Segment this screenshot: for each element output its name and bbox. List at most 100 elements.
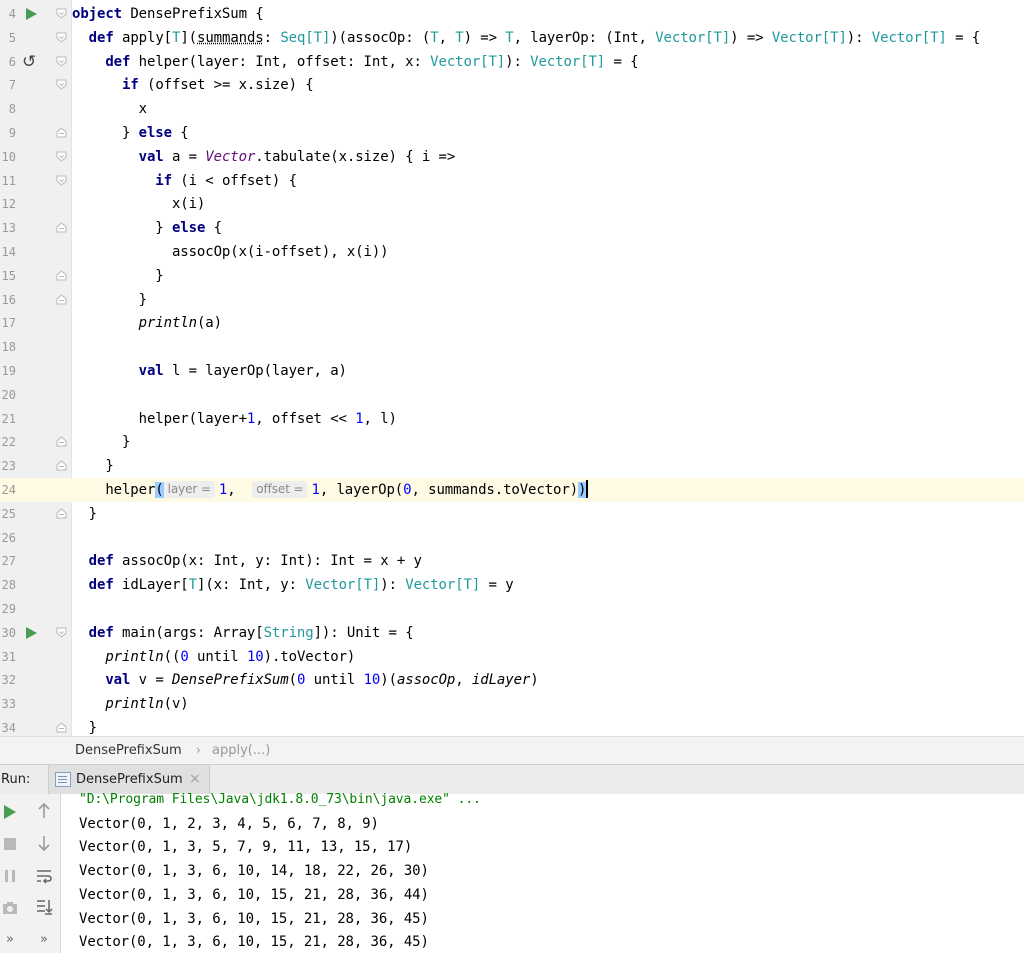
code-line[interactable]: 20 — [0, 383, 1024, 407]
code-line[interactable]: 27 def assocOp(x: Int, y: Int): Int = x … — [0, 549, 1024, 573]
code-line[interactable]: 15 } — [0, 264, 1024, 288]
fold-end-icon[interactable] — [56, 508, 66, 518]
code-text[interactable]: } — [72, 454, 114, 478]
fold-collapse-icon[interactable] — [56, 32, 66, 42]
fold-collapse-icon[interactable] — [56, 151, 66, 161]
run-gutter-icon[interactable] — [26, 627, 37, 639]
code-line[interactable]: 6 ↺ def helper(layer: Int, offset: Int, x… — [0, 50, 1024, 74]
code-line[interactable]: 16 } — [0, 288, 1024, 312]
console-output-line: Vector(0, 1, 3, 5, 7, 9, 11, 13, 15, 17) — [79, 835, 412, 859]
code-text[interactable]: println(v) — [72, 692, 189, 716]
code-line[interactable]: 25 } — [0, 502, 1024, 526]
code-text[interactable]: def helper(layer: Int, offset: Int, x: V… — [72, 50, 638, 74]
code-line[interactable]: 28 def idLayer[T](x: Int, y: Vector[T]):… — [0, 573, 1024, 597]
fold-collapse-icon[interactable] — [56, 175, 66, 185]
run-label: Run: — [1, 765, 30, 794]
more-actions-icon[interactable]: » — [0, 930, 20, 950]
code-line[interactable]: 7 if (offset >= x.size) { — [0, 73, 1024, 97]
code-line[interactable]: 17 println(a) — [0, 311, 1024, 335]
stop-icon[interactable] — [0, 836, 20, 856]
code-text[interactable]: assocOp(x(i-offset), x(i)) — [72, 240, 389, 264]
fold-collapse-icon[interactable] — [56, 8, 66, 18]
code-text[interactable]: if (i < offset) { — [72, 169, 297, 193]
code-token: Vector — [205, 149, 255, 165]
code-text[interactable]: println(a) — [72, 311, 222, 335]
code-text[interactable]: } — [72, 264, 164, 288]
fold-collapse-icon[interactable] — [56, 627, 66, 637]
up-arrow-icon[interactable] — [34, 802, 54, 822]
scroll-to-end-icon[interactable] — [34, 898, 54, 918]
code-text[interactable]: println((0 until 10).toVector) — [72, 645, 355, 669]
code-text[interactable]: object DensePrefixSum { — [72, 2, 264, 26]
code-line[interactable]: 19 val l = layerOp(layer, a) — [0, 359, 1024, 383]
fold-collapse-icon[interactable] — [56, 79, 66, 89]
code-line[interactable]: 22 } — [0, 430, 1024, 454]
more-actions-icon-2[interactable]: » — [34, 930, 54, 950]
code-text[interactable]: helper(layer = 1, offset = 1, layerOp(0, s… — [72, 478, 588, 502]
code-text[interactable]: def main(args: Array[String]): Unit = { — [72, 621, 414, 645]
code-line[interactable]: 33 println(v) — [0, 692, 1024, 716]
code-text[interactable]: } else { — [72, 121, 189, 145]
rerun-icon[interactable] — [0, 804, 20, 824]
code-line[interactable]: 34 } — [0, 716, 1024, 736]
code-text[interactable]: x(i) — [72, 192, 205, 216]
fold-end-icon[interactable] — [56, 436, 66, 446]
fold-end-icon[interactable] — [56, 270, 66, 280]
code-text[interactable]: } — [72, 288, 147, 312]
code-line[interactable]: 14 assocOp(x(i-offset), x(i)) — [0, 240, 1024, 264]
recursion-icon[interactable]: ↺ — [22, 53, 40, 71]
pause-icon[interactable] — [0, 868, 20, 888]
code-token: helper(layer+ — [72, 411, 247, 427]
down-arrow-icon[interactable] — [34, 834, 54, 854]
line-number: 23 — [0, 454, 16, 478]
line-number: 8 — [0, 97, 16, 121]
code-text[interactable]: def idLayer[T](x: Int, y: Vector[T]): Ve… — [72, 573, 514, 597]
code-line[interactable]: 30 def main(args: Array[String]): Unit =… — [0, 621, 1024, 645]
code-line[interactable]: 10 val a = Vector.tabulate(x.size) { i =… — [0, 145, 1024, 169]
code-line[interactable]: 23 } — [0, 454, 1024, 478]
breadcrumb-method[interactable]: apply(...) — [212, 737, 270, 764]
code-token: println — [105, 696, 163, 712]
code-text[interactable]: x — [72, 97, 147, 121]
code-line[interactable]: 11 if (i < offset) { — [0, 169, 1024, 193]
fold-end-icon[interactable] — [56, 722, 66, 732]
code-line[interactable]: 5 def apply[T](summands: Seq[T])(assocOp… — [0, 26, 1024, 50]
code-line[interactable]: 24 helper(layer = 1, offset = 1, layerOp(0… — [0, 478, 1024, 502]
code-text[interactable]: def apply[T](summands: Seq[T])(assocOp: … — [72, 26, 980, 50]
code-text[interactable]: } — [72, 430, 130, 454]
fold-end-icon[interactable] — [56, 294, 66, 304]
code-line[interactable]: 26 — [0, 526, 1024, 550]
code-line[interactable]: 9 } else { — [0, 121, 1024, 145]
run-gutter-icon[interactable] — [26, 8, 37, 20]
fold-collapse-icon[interactable] — [56, 56, 66, 66]
soft-wrap-icon[interactable] — [34, 868, 54, 888]
code-text[interactable]: } — [72, 502, 97, 526]
code-text[interactable]: helper(layer+1, offset << 1, l) — [72, 407, 397, 431]
code-line[interactable]: 18 — [0, 335, 1024, 359]
code-text[interactable]: } else { — [72, 216, 222, 240]
console-output[interactable]: "D:\Program Files\Java\jdk1.8.0_73\bin\j… — [61, 794, 1024, 953]
code-editor[interactable]: 4 object DensePrefixSum {5 def apply[T](s… — [0, 0, 1024, 736]
fold-end-icon[interactable] — [56, 460, 66, 470]
code-line[interactable]: 21 helper(layer+1, offset << 1, l) — [0, 407, 1024, 431]
code-text[interactable]: def assocOp(x: Int, y: Int): Int = x + y — [72, 549, 422, 573]
camera-icon[interactable] — [0, 900, 20, 920]
code-line[interactable]: 4 object DensePrefixSum { — [0, 2, 1024, 26]
code-text[interactable]: val a = Vector.tabulate(x.size) { i => — [72, 145, 455, 169]
code-line[interactable]: 12 x(i) — [0, 192, 1024, 216]
fold-end-icon[interactable] — [56, 222, 66, 232]
code-line[interactable]: 8 x — [0, 97, 1024, 121]
code-text[interactable]: val l = layerOp(layer, a) — [72, 359, 347, 383]
fold-end-icon[interactable] — [56, 127, 66, 137]
code-token: = { — [605, 54, 638, 70]
code-line[interactable]: 29 — [0, 597, 1024, 621]
code-line[interactable]: 32 val v = DensePrefixSum(0 until 10)(as… — [0, 668, 1024, 692]
code-text[interactable]: if (offset >= x.size) { — [72, 73, 314, 97]
breadcrumb-object[interactable]: DensePrefixSum — [75, 737, 182, 764]
console-output-line: Vector(0, 1, 3, 6, 10, 15, 21, 28, 36, 4… — [79, 907, 429, 931]
code-line[interactable]: 13 } else { — [0, 216, 1024, 240]
line-number: 28 — [0, 573, 16, 597]
code-line[interactable]: 31 println((0 until 10).toVector) — [0, 645, 1024, 669]
code-text[interactable]: val v = DensePrefixSum(0 until 10)(assoc… — [72, 668, 539, 692]
code-text[interactable]: } — [72, 716, 97, 736]
